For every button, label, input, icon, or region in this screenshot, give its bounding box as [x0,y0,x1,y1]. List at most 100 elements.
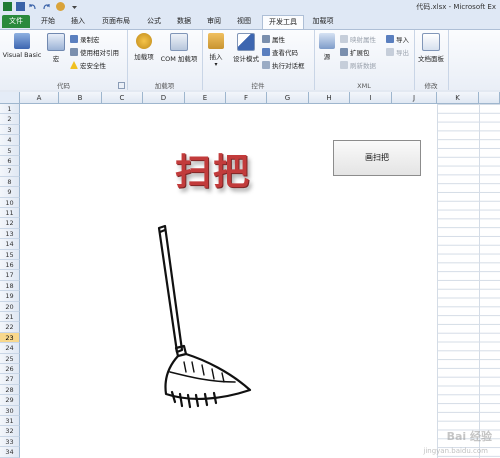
column-header[interactable]: J [392,92,437,104]
relative-reference-button[interactable]: 使用相对引用 [70,48,119,58]
row-header[interactable]: 33 [0,436,20,448]
row-header[interactable]: 31 [0,416,20,427]
row-header[interactable]: 29 [0,395,20,406]
row-header[interactable]: 8 [0,176,20,188]
expansion-packs-button[interactable]: 扩展包 [340,48,370,58]
properties-icon [262,35,270,43]
tab-data[interactable]: 数据 [172,15,196,28]
row-header[interactable]: 32 [0,426,20,437]
row-header[interactable]: 11 [0,208,20,219]
column-header[interactable]: H [309,92,350,104]
row-header[interactable]: 10 [0,197,20,208]
row-header[interactable]: 19 [0,291,20,302]
record-macro-button[interactable]: 录制宏 [70,35,100,45]
column-header[interactable]: G [267,92,309,104]
broom-drawing[interactable] [150,222,260,412]
column-header-partial[interactable] [479,92,500,104]
select-all-corner[interactable] [0,92,20,104]
column-header[interactable]: F [226,92,267,104]
redo-icon[interactable] [42,2,51,11]
column-header[interactable]: B [59,92,102,104]
design-mode-button[interactable]: 设计模式 [230,33,262,63]
map-properties-button[interactable]: 映射属性 [340,35,376,45]
row-header[interactable]: 20 [0,301,20,312]
expansion-packs-icon [340,48,348,56]
row-header[interactable]: 23 [0,332,20,344]
column-header[interactable]: E [185,92,226,104]
row-header[interactable]: 21 [0,312,20,323]
run-dialog-button[interactable]: 执行对话框 [262,61,305,71]
broom-head [164,352,252,401]
import-icon [386,35,394,43]
column-header[interactable]: I [350,92,392,104]
insert-control-button[interactable]: 插入 ▾ [206,33,226,68]
column-header[interactable]: D [143,92,185,104]
macros-label: 宏 [52,55,60,63]
visual-basic-button[interactable]: Visual Basic [2,33,42,59]
row-header[interactable]: 2 [0,114,20,125]
row-header[interactable]: 7 [0,166,20,177]
row-header[interactable]: 27 [0,374,20,385]
row-header[interactable]: 15 [0,249,20,260]
row-header[interactable]: 25 [0,353,20,364]
code-launcher-icon[interactable] [118,82,125,89]
com-addins-button[interactable]: COM 加载项 [159,33,199,63]
row-header[interactable]: 13 [0,228,20,240]
column-header[interactable]: A [20,92,59,104]
export-button[interactable]: 导出 [386,48,409,58]
undo-icon[interactable] [28,2,37,11]
sheet-title-wordart[interactable]: 扫把 [175,143,251,195]
row-header[interactable]: 22 [0,322,20,333]
tab-file[interactable]: 文件 [2,15,30,28]
tab-formulas[interactable]: 公式 [142,15,166,28]
column-header[interactable]: K [437,92,479,104]
excel-logo-icon [3,2,12,11]
macros-icon [47,33,65,51]
tab-home[interactable]: 开始 [36,15,60,28]
row-header[interactable]: 3 [0,124,20,136]
row-header[interactable]: 9 [0,187,20,198]
column-header[interactable]: C [102,92,143,104]
import-button[interactable]: 导入 [386,35,409,45]
row-header[interactable]: 5 [0,145,20,156]
refresh-data-button[interactable]: 刷新数据 [340,61,376,71]
row-header[interactable]: 28 [0,384,20,396]
tab-developer[interactable]: 开发工具 [262,15,304,30]
tab-review[interactable]: 审阅 [202,15,226,28]
window-title: 代码.xlsx - Microsoft Ex [416,3,496,11]
tab-addins[interactable]: 加载项 [308,15,338,28]
row-header[interactable]: 12 [0,218,20,229]
view-code-button[interactable]: 查看代码 [262,48,298,58]
tab-page-layout[interactable]: 页面布局 [96,15,136,28]
save-icon[interactable] [16,2,25,11]
xml-source-button[interactable]: 源 [318,33,336,61]
quick-access-macro-icon[interactable] [56,2,65,11]
addins-label: 加载项 [134,53,154,61]
row-header[interactable]: 1 [0,104,20,115]
row-header[interactable]: 4 [0,135,20,146]
tab-insert[interactable]: 插入 [66,15,90,28]
row-header[interactable]: 30 [0,405,20,416]
tab-view[interactable]: 视图 [232,15,256,28]
properties-button[interactable]: 属性 [262,35,285,45]
row-header[interactable]: 14 [0,239,20,250]
record-macro-icon [70,35,78,43]
com-addins-icon [170,33,188,51]
row-header[interactable]: 24 [0,343,20,354]
row-header[interactable]: 6 [0,156,20,167]
customize-toolbar-icon[interactable] [70,2,79,11]
row-header[interactable]: 17 [0,270,20,281]
draw-broom-button[interactable]: 画扫把 [333,140,421,176]
document-panel-button[interactable]: 文档面板 [416,33,446,63]
group-addins-label: 加载项 [154,82,175,90]
macros-button[interactable]: 宏 [46,33,66,63]
design-mode-label: 设计模式 [233,55,259,63]
addins-button[interactable]: 加载项 [131,33,157,61]
row-header[interactable]: 34 [0,447,20,458]
group-code-label: 代码 [57,82,70,90]
worksheet-grid[interactable] [20,104,500,458]
row-header[interactable]: 26 [0,364,20,375]
row-header[interactable]: 16 [0,260,20,271]
row-header[interactable]: 18 [0,280,20,292]
macro-security-button[interactable]: 宏安全性 [70,61,106,71]
